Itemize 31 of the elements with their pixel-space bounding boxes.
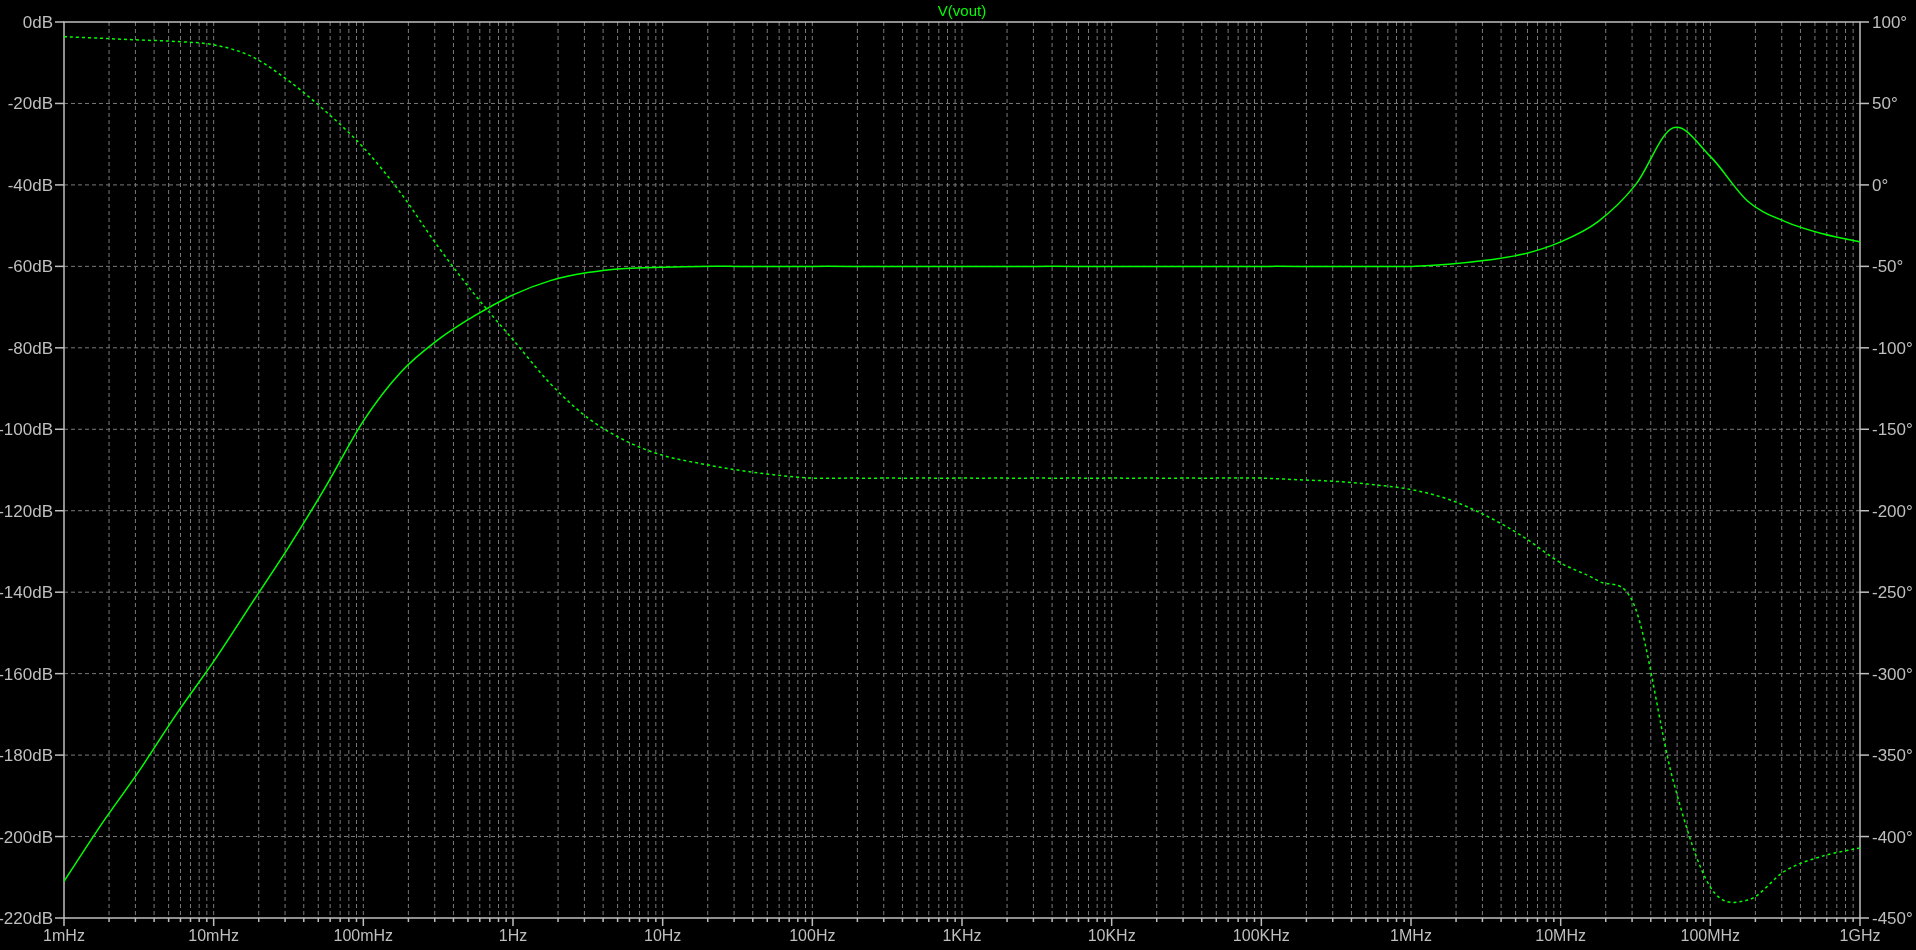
y-axis-label: -60dB	[7, 257, 53, 277]
phase-axis-label: 0°	[1872, 175, 1889, 195]
x-axis-label: 100KHz	[1232, 927, 1290, 944]
phase-axis-label: -350°	[1872, 746, 1913, 766]
phase-axis-label: -450°	[1872, 909, 1913, 928]
chart-title: V(vout)	[937, 2, 987, 19]
x-axis-label: 10KHz	[1087, 927, 1136, 944]
x-axis-label: 1GHz	[1839, 927, 1881, 944]
x-axis-label: 1mHz	[43, 927, 85, 944]
phase-axis-label: -200°	[1872, 501, 1913, 521]
phase-axis-label: -300°	[1872, 664, 1913, 684]
x-axis-label: 10mHz	[188, 927, 239, 944]
phase-axis-label: 100°	[1872, 13, 1908, 32]
phase-axis-label: -100°	[1872, 338, 1913, 358]
x-axis-label: 1KHz	[942, 927, 982, 944]
x-axis-label: 10MHz	[1535, 927, 1586, 944]
y-axis-label: 0dB	[22, 13, 53, 32]
phase-axis-label: 50°	[1872, 94, 1898, 114]
phase-axis-label: -250°	[1872, 583, 1913, 603]
x-axis-label: 100Hz	[789, 927, 836, 944]
x-axis-label: 10Hz	[644, 927, 682, 944]
y-axis-label: -80dB	[7, 338, 53, 358]
x-axis-label: 1MHz	[1390, 927, 1432, 944]
x-axis-label: 100mHz	[333, 927, 394, 944]
phase-axis-label: -400°	[1872, 827, 1913, 847]
y-axis-label: -40dB	[7, 175, 53, 195]
phase-axis-label: -50°	[1872, 257, 1904, 277]
x-axis-label: 100MHz	[1680, 927, 1741, 944]
phase-axis-label: -150°	[1872, 420, 1913, 440]
y-axis-label: -20dB	[7, 94, 53, 114]
x-axis-label: 1Hz	[498, 927, 528, 944]
